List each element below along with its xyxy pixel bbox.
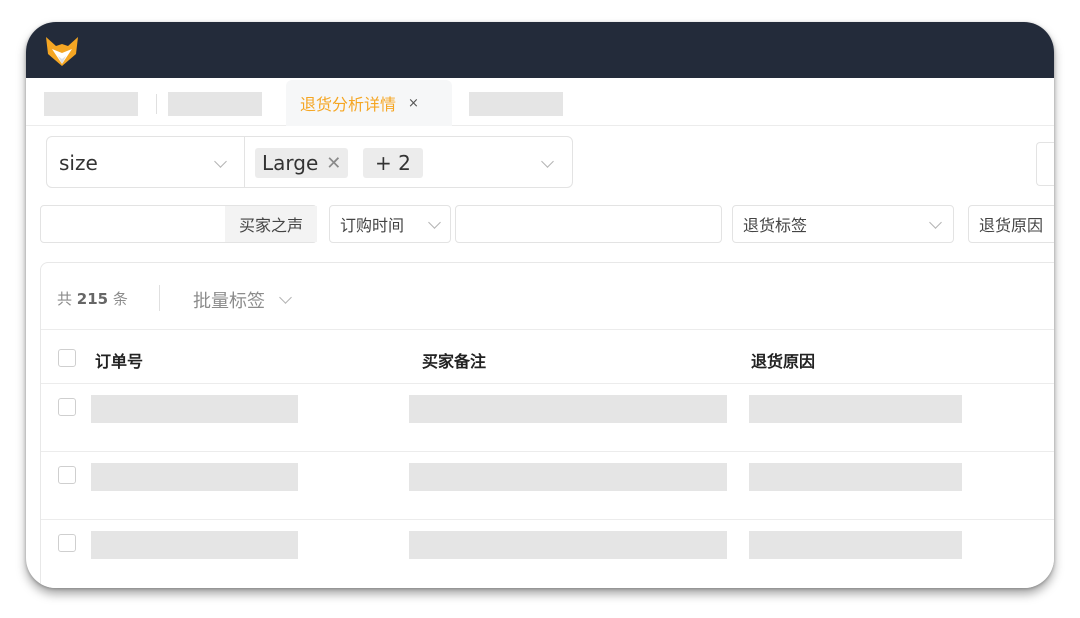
selected-tag: Large ✕: [255, 148, 349, 178]
table-row[interactable]: [41, 384, 1054, 452]
select-all-checkbox[interactable]: [58, 349, 76, 367]
order-time-select[interactable]: 订购时间: [329, 205, 451, 243]
return-reason-cell: [749, 531, 962, 559]
orders-table: 共 215 条 批量标签 订单号 买家备注 退货原因: [40, 262, 1054, 588]
buyer-note-cell: [409, 463, 727, 491]
date-range-input[interactable]: [455, 205, 722, 243]
buyer-voice-search[interactable]: 买家之声: [40, 205, 317, 243]
chevron-down-icon: [929, 216, 942, 229]
chevron-down-icon[interactable]: [541, 155, 554, 168]
row-checkbox[interactable]: [58, 466, 76, 484]
attribute-filter: size Large ✕ + 2: [46, 136, 573, 188]
table-header: 订单号 买家备注 退货原因: [41, 329, 1054, 384]
count-value: 215: [76, 290, 109, 308]
close-icon[interactable]: ×: [408, 96, 419, 111]
table-row[interactable]: [41, 520, 1054, 588]
filter-divider: [244, 137, 245, 187]
tab-divider: [156, 94, 157, 114]
close-icon[interactable]: ✕: [326, 153, 341, 174]
chevron-down-icon[interactable]: [214, 155, 227, 168]
order-number-cell: [91, 531, 298, 559]
buyer-voice-label: 买家之声: [238, 216, 303, 235]
chevron-down-icon: [428, 216, 441, 229]
column-return-reason[interactable]: 退货原因: [751, 348, 815, 372]
tab-label: 退货分析详情: [300, 95, 397, 114]
batch-tag-dropdown[interactable]: 批量标签: [193, 287, 292, 313]
return-reason-cell: [749, 463, 962, 491]
tab-placeholder-1[interactable]: [44, 92, 138, 116]
return-tag-select[interactable]: 退货标签: [732, 205, 954, 243]
return-reason-cell: [749, 395, 962, 423]
return-reason-select[interactable]: 退货原因: [968, 205, 1054, 243]
more-tags-badge[interactable]: + 2: [363, 148, 423, 178]
app-window: 退货分析详情 × size Large ✕ + 2 买家之声 订购时间 退货标签…: [26, 22, 1054, 588]
fox-logo-icon[interactable]: [42, 32, 82, 72]
column-buyer-note[interactable]: 买家备注: [422, 348, 486, 372]
buyer-note-cell: [409, 395, 727, 423]
table-row[interactable]: [41, 452, 1054, 520]
order-time-label: 订购时间: [340, 216, 405, 235]
row-checkbox[interactable]: [58, 398, 76, 416]
return-reason-label: 退货原因: [979, 216, 1044, 235]
batch-tag-label: 批量标签: [193, 291, 265, 312]
field-select-value[interactable]: size: [59, 151, 98, 175]
tab-return-analysis-detail[interactable]: 退货分析详情 ×: [286, 80, 452, 126]
count-suffix: 条: [112, 290, 128, 308]
top-navbar: [26, 22, 1054, 78]
order-number-cell: [91, 395, 298, 423]
row-checkbox[interactable]: [58, 534, 76, 552]
chevron-down-icon: [279, 291, 292, 304]
more-tags-label: + 2: [375, 151, 411, 175]
count-prefix: 共: [57, 290, 73, 308]
column-order-number[interactable]: 订单号: [95, 348, 143, 372]
filter-input-partial[interactable]: [1036, 142, 1054, 186]
toolbar-divider: [159, 285, 160, 311]
tab-bar: 退货分析详情 ×: [26, 78, 1054, 126]
tag-label: Large: [262, 151, 319, 175]
return-tag-placeholder: 退货标签: [743, 216, 808, 235]
order-number-cell: [91, 463, 298, 491]
tab-placeholder-3[interactable]: [469, 92, 563, 116]
record-count: 共 215 条: [57, 288, 128, 309]
tab-placeholder-2[interactable]: [168, 92, 262, 116]
buyer-voice-addon[interactable]: 买家之声: [225, 206, 317, 242]
buyer-note-cell: [409, 531, 727, 559]
